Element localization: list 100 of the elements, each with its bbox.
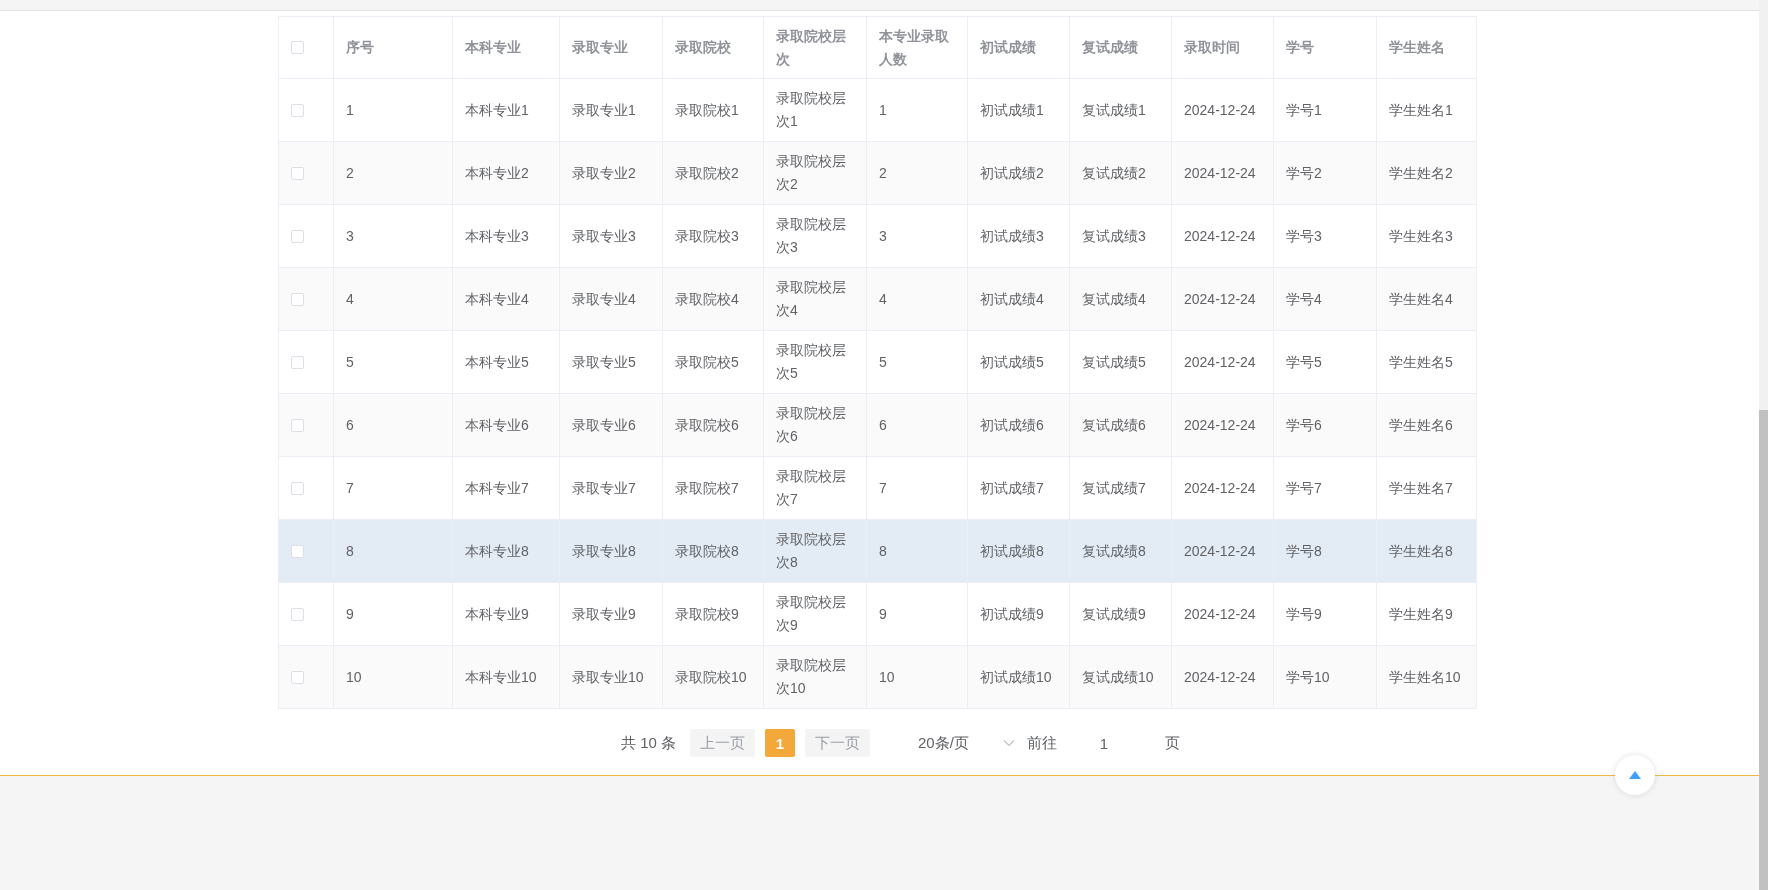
chevron-down-icon bbox=[1003, 739, 1015, 747]
checkbox[interactable] bbox=[291, 670, 304, 684]
table-cell-text: 录取专业9 bbox=[572, 604, 636, 624]
table-cell-text: 录取专业6 bbox=[572, 415, 636, 435]
table-cell-text: 录取院校层次9 bbox=[776, 593, 847, 635]
table-row[interactable]: 8 本科专业8 录取专业8 录取院校8 录取院校层次8 8 初试成绩8 复试成绩8 2024-12-24 学号8 学生姓名8 bbox=[279, 520, 1476, 583]
table-cell-text: 学号7 bbox=[1286, 478, 1322, 498]
table-cell-text: 录取院校2 bbox=[675, 163, 739, 183]
column-header: 录取院校层次 bbox=[776, 26, 847, 69]
table-cell-text: 2024-12-24 bbox=[1184, 163, 1256, 183]
column-header: 学号 bbox=[1286, 38, 1314, 57]
page-size-select[interactable]: 20条/页 bbox=[906, 729, 1021, 757]
table-cell-text: 录取院校层次4 bbox=[776, 278, 847, 320]
column-header: 学生姓名 bbox=[1389, 38, 1445, 57]
table-cell-text: 10 bbox=[346, 667, 362, 687]
table-cell-text: 初试成绩9 bbox=[980, 604, 1044, 624]
table-cell-text: 学号6 bbox=[1286, 415, 1322, 435]
table-cell-text: 初试成绩7 bbox=[980, 478, 1044, 498]
table-cell-text: 学生姓名2 bbox=[1389, 163, 1453, 183]
table-cell-text: 9 bbox=[879, 604, 887, 624]
table-cell-text: 5 bbox=[879, 352, 887, 372]
table-cell-text: 1 bbox=[346, 100, 354, 120]
table-cell-text: 初试成绩3 bbox=[980, 226, 1044, 246]
table-cell-text: 学号9 bbox=[1286, 604, 1322, 624]
table-cell-text: 本科专业1 bbox=[465, 100, 529, 120]
column-header: 复试成绩 bbox=[1082, 38, 1138, 57]
table-cell-text: 学号2 bbox=[1286, 163, 1322, 183]
checkbox[interactable] bbox=[291, 481, 304, 495]
table-cell-text: 录取专业5 bbox=[572, 352, 636, 372]
table-cell-text: 学生姓名6 bbox=[1389, 415, 1453, 435]
table-cell-text: 录取院校7 bbox=[675, 478, 739, 498]
table-cell-text: 初试成绩1 bbox=[980, 100, 1044, 120]
table-cell-text: 2024-12-24 bbox=[1184, 667, 1256, 687]
checkbox[interactable] bbox=[291, 607, 304, 621]
table-cell-text: 本科专业4 bbox=[465, 289, 529, 309]
table-cell-text: 1 bbox=[879, 100, 887, 120]
checkbox[interactable] bbox=[291, 166, 304, 180]
scrollbar-thumb[interactable] bbox=[1759, 410, 1768, 890]
table-cell-text: 复试成绩7 bbox=[1082, 478, 1146, 498]
table-cell-text: 复试成绩6 bbox=[1082, 415, 1146, 435]
table-cell-text: 录取院校层次7 bbox=[776, 467, 847, 509]
table-cell-text: 录取院校层次3 bbox=[776, 215, 847, 257]
table-row[interactable]: 10 本科专业10 录取专业10 录取院校10 录取院校层次10 10 初试成绩10 复试成绩10 2024-12-24 学号10 学生姓名10 bbox=[279, 646, 1476, 709]
checkbox[interactable] bbox=[291, 103, 304, 117]
table-cell-text: 复试成绩5 bbox=[1082, 352, 1146, 372]
checkbox[interactable] bbox=[291, 544, 304, 558]
table-cell-text: 10 bbox=[879, 667, 895, 687]
table-cell-text: 复试成绩4 bbox=[1082, 289, 1146, 309]
table-row[interactable]: 6 本科专业6 录取专业6 录取院校6 录取院校层次6 6 初试成绩6 复试成绩6 2024-12-24 学号6 学生姓名6 bbox=[279, 394, 1476, 457]
table-cell-text: 学生姓名7 bbox=[1389, 478, 1453, 498]
table-cell-text: 学生姓名1 bbox=[1389, 100, 1453, 120]
table-cell-text: 复试成绩2 bbox=[1082, 163, 1146, 183]
table-cell-text: 复试成绩8 bbox=[1082, 541, 1146, 561]
column-header: 初试成绩 bbox=[980, 38, 1036, 57]
table-cell-text: 本科专业2 bbox=[465, 163, 529, 183]
table-cell-text: 录取院校10 bbox=[675, 667, 747, 687]
checkbox[interactable] bbox=[291, 355, 304, 369]
checkbox[interactable] bbox=[291, 229, 304, 243]
table-cell-text: 2 bbox=[879, 163, 887, 183]
column-header: 本科专业 bbox=[465, 38, 521, 57]
scrollbar[interactable] bbox=[1759, 0, 1768, 890]
table-cell-text: 录取院校层次1 bbox=[776, 89, 847, 131]
table-cell-text: 学生姓名10 bbox=[1389, 667, 1461, 687]
table-cell-text: 本科专业7 bbox=[465, 478, 529, 498]
table-cell-text: 录取院校层次2 bbox=[776, 152, 847, 194]
table-cell-text: 录取院校4 bbox=[675, 289, 739, 309]
checkbox[interactable] bbox=[291, 41, 304, 54]
table-cell-text: 6 bbox=[346, 415, 354, 435]
table-cell-text: 录取院校8 bbox=[675, 541, 739, 561]
table-cell-text: 本科专业3 bbox=[465, 226, 529, 246]
column-header: 序号 bbox=[346, 38, 374, 57]
table-cell-text: 录取专业1 bbox=[572, 100, 636, 120]
page-suffix: 页 bbox=[1165, 733, 1180, 753]
table-cell-text: 初试成绩5 bbox=[980, 352, 1044, 372]
column-header: 本专业录取人数 bbox=[879, 26, 950, 69]
table-cell-text: 录取院校层次6 bbox=[776, 404, 847, 446]
table-cell-text: 学生姓名9 bbox=[1389, 604, 1453, 624]
table-cell-text: 4 bbox=[346, 289, 354, 309]
goto-label: 前往 bbox=[1027, 733, 1057, 753]
table-cell-text: 4 bbox=[879, 289, 887, 309]
table-cell-text: 学号4 bbox=[1286, 289, 1322, 309]
table-cell-text: 录取专业3 bbox=[572, 226, 636, 246]
table-cell-text: 3 bbox=[346, 226, 354, 246]
table-cell-text: 2024-12-24 bbox=[1184, 604, 1256, 624]
table-cell-text: 2024-12-24 bbox=[1184, 478, 1256, 498]
table-row[interactable]: 4 本科专业4 录取专业4 录取院校4 录取院校层次4 4 初试成绩4 复试成绩4 2024-12-24 学号4 学生姓名4 bbox=[279, 268, 1476, 331]
table-cell-text: 本科专业9 bbox=[465, 604, 529, 624]
table-cell-text: 初试成绩8 bbox=[980, 541, 1044, 561]
table-cell-text: 录取院校9 bbox=[675, 604, 739, 624]
table-cell-text: 录取院校层次8 bbox=[776, 530, 847, 572]
table-cell-text: 8 bbox=[346, 541, 354, 561]
table-cell-text: 复试成绩1 bbox=[1082, 100, 1146, 120]
back-to-top-button[interactable] bbox=[1615, 755, 1655, 795]
table-cell-text: 录取专业8 bbox=[572, 541, 636, 561]
table-cell-text: 本科专业5 bbox=[465, 352, 529, 372]
table-row[interactable]: 2 本科专业2 录取专业2 录取院校2 录取院校层次2 2 初试成绩2 复试成绩2 2024-12-24 学号2 学生姓名2 bbox=[279, 142, 1476, 205]
page-input[interactable]: 1 bbox=[1069, 729, 1139, 757]
checkbox[interactable] bbox=[291, 292, 304, 306]
table-cell-text: 录取院校3 bbox=[675, 226, 739, 246]
checkbox[interactable] bbox=[291, 418, 304, 432]
